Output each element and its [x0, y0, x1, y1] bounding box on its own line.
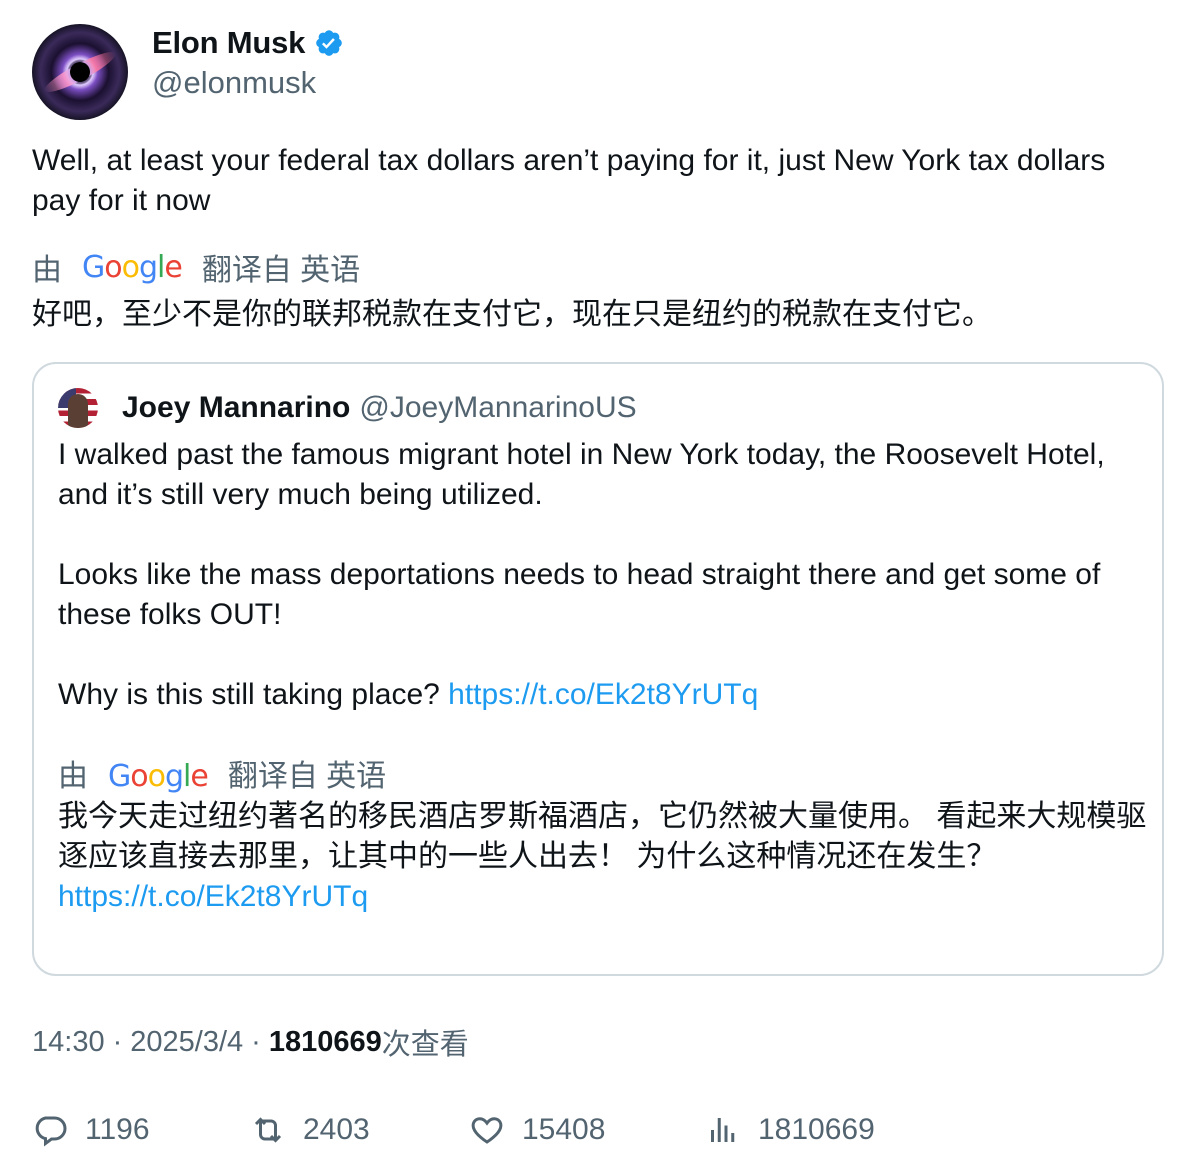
quoted-translation-attribution: 由 Google 翻译自 英语 — [58, 757, 1148, 797]
author-handle[interactable]: @elonmusk — [152, 65, 344, 101]
quoted-translated-body: 我今天走过纽约著名的移民酒店罗斯福酒店，它仍然被大量使用。 看起来大规模驱逐应该… — [58, 800, 1147, 873]
tweet-meta: 14:30 · 2025/3/4 · 1810669 次查看 — [32, 1022, 469, 1062]
reply-count: 1196 — [85, 1113, 150, 1146]
views-button[interactable]: 1810669 — [705, 1108, 875, 1152]
retweet-icon — [254, 1117, 282, 1143]
google-logo-icon: Google — [108, 759, 209, 794]
views-label: 次查看 — [381, 1029, 469, 1061]
tweet-date[interactable]: 2025/3/4 — [130, 1026, 243, 1059]
quoted-translation-suffix: 翻译自 英语 — [227, 760, 387, 793]
translated-tweet-text: 好吧，至少不是你的联邦税款在支付它，现在只是纽约的税款在支付它。 — [32, 298, 992, 331]
meta-separator: · — [112, 1025, 123, 1058]
retweet-button[interactable]: 2403 — [250, 1108, 370, 1152]
tweet-text: Well, at least your federal tax dollars … — [32, 144, 1106, 217]
quoted-link[interactable]: https://t.co/Ek2t8YrUTq — [448, 678, 758, 711]
quoted-translated-text: 我今天走过纽约著名的移民酒店罗斯福酒店，它仍然被大量使用。 看起来大规模驱逐应该… — [58, 797, 1148, 917]
quoted-author-display-name[interactable]: Joey Mannarino — [122, 391, 350, 425]
quoted-paragraph-3-text: Why is this still taking place? — [58, 678, 449, 711]
like-count: 15408 — [522, 1113, 606, 1146]
author-display-name[interactable]: Elon Musk — [152, 25, 305, 61]
translation-prefix: 由 — [32, 254, 62, 287]
google-logo-icon: Google — [82, 249, 183, 285]
heart-icon — [471, 1117, 503, 1144]
quoted-author-handle[interactable]: @JoeyMannarinoUS — [359, 391, 636, 425]
quoted-translated-link[interactable]: https://t.co/Ek2t8YrUTq — [58, 880, 368, 913]
action-bar: 1196 2403 15408 1810669 — [32, 1108, 1172, 1152]
verified-badge-icon — [316, 30, 343, 56]
reply-button[interactable]: 1196 — [32, 1108, 150, 1152]
like-button[interactable]: 15408 — [469, 1108, 605, 1152]
views-action-count: 1810669 — [758, 1113, 875, 1146]
quoted-author-avatar[interactable] — [58, 388, 98, 428]
translation-suffix: 翻译自 英语 — [201, 254, 361, 287]
quoted-paragraph-3: Why is this still taking place? https://… — [58, 675, 1148, 715]
quoted-paragraph-1: I walked past the famous migrant hotel i… — [58, 438, 1105, 511]
author-avatar[interactable] — [32, 24, 128, 120]
retweet-count: 2403 — [303, 1113, 370, 1146]
translation-attribution: 由 Google 翻译自 英语 — [32, 247, 361, 288]
reply-icon — [35, 1116, 67, 1147]
quoted-tweet-body: I walked past the famous migrant hotel i… — [58, 435, 1148, 917]
quoted-translation-prefix: 由 — [58, 760, 88, 793]
tweet-time[interactable]: 14:30 — [32, 1026, 105, 1059]
quoted-tweet-header: Joey Mannarino @JoeyMannarinoUS — [58, 388, 637, 428]
views-count: 1810669 — [268, 1025, 382, 1058]
quoted-tweet[interactable]: Joey Mannarino @JoeyMannarinoUS I walked… — [32, 362, 1164, 976]
author-name-row: Elon Musk — [152, 25, 344, 61]
meta-separator: · — [251, 1025, 261, 1058]
quoted-paragraph-2: Looks like the mass deportations needs t… — [58, 558, 1101, 631]
analytics-icon — [711, 1118, 735, 1142]
author-names: Elon Musk @elonmusk — [152, 25, 344, 101]
tweet-header: Elon Musk @elonmusk — [32, 24, 344, 120]
